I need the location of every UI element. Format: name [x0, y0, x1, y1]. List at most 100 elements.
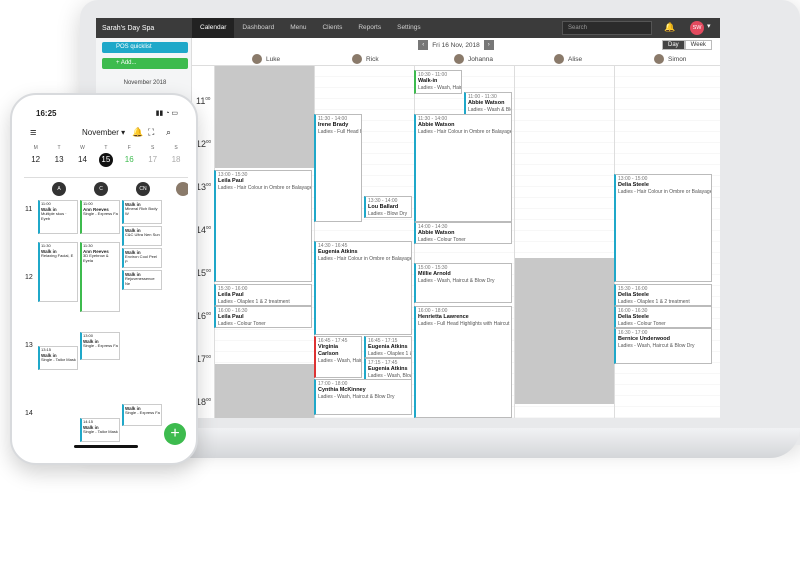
- week-strip: M 12 T 13 W 14 T 15 F 16 S 17 S 18: [24, 145, 188, 167]
- staff-alise[interactable]: Alise: [554, 54, 582, 64]
- bell-icon[interactable]: 🔔: [132, 127, 143, 138]
- month-selector[interactable]: November ▾: [82, 128, 125, 137]
- status-time: 16:25: [36, 109, 57, 118]
- day-cell[interactable]: S 17: [141, 145, 164, 167]
- bell-icon[interactable]: 🔔: [664, 22, 675, 33]
- avatar: [252, 54, 262, 64]
- appointment-card[interactable]: Walk in C&C Ultra Nen Sun: [122, 226, 162, 246]
- prev-day-button[interactable]: ‹: [418, 40, 429, 50]
- appointment-card[interactable]: 14:30 - 16:45 Eugenia Atkins Ladies - Hair…: [314, 241, 412, 335]
- hamburger-menu-icon[interactable]: ≡: [30, 127, 36, 139]
- staff-johanna[interactable]: Johanna: [454, 54, 493, 64]
- appointment-card[interactable]: 11:30 Ann Reeves 3D Eyebrow & Eyela: [80, 242, 120, 312]
- appointment-card[interactable]: 16:45 - 17:15 Eugenia Atkins Ladies - Olap…: [364, 336, 412, 358]
- calendar-grid: 1100 1200 1300 1400 1500 1600 1700 1800 …: [192, 66, 720, 418]
- staff-header: Luke Rick Johanna Alise Simon: [192, 52, 720, 66]
- tab-dashboard[interactable]: Dashboard: [234, 18, 282, 38]
- pos-quicklist-button[interactable]: POS quicklist: [102, 42, 188, 53]
- signal-wifi-battery-icon: ▮▮ ◔ ▭: [155, 110, 178, 117]
- appointment-card[interactable]: 15:30 - 16:00 Leila Paul Ladies - Olaplex …: [214, 284, 312, 306]
- day-cell[interactable]: M 12: [24, 145, 47, 167]
- hour-label: 1800: [196, 397, 212, 407]
- avatar: [352, 54, 362, 64]
- appointment-card[interactable]: 13:00 Walk in Single - Express Fa: [80, 332, 120, 360]
- tab-menu[interactable]: Menu: [282, 18, 314, 38]
- hour-label: 1700: [196, 354, 212, 364]
- appointment-card[interactable]: 16:30 - 17:00 Bernice Underwood Ladies - W…: [614, 328, 712, 364]
- appointment-card[interactable]: 17:15 - 17:45 Eugenia Atkins Ladies - Wash…: [364, 358, 412, 380]
- appointment-card[interactable]: Walk in Mineral Rich Body W: [122, 200, 162, 224]
- shopping-bag-icon[interactable]: ⛶: [148, 127, 154, 138]
- brand-name[interactable]: Sarah's Day Spa: [96, 25, 192, 32]
- appointment-card[interactable]: 13:00 - 15:30 Leila Paul Ladies - Hair Col…: [214, 170, 312, 282]
- appointment-card[interactable]: 13:00 - 15:00 Delia Steele Ladies - Hair C…: [614, 174, 712, 282]
- appointment-card[interactable]: 16:00 - 16:30 Leila Paul Ladies - Colour T…: [214, 306, 312, 328]
- avatar: [554, 54, 564, 64]
- day-cell-selected[interactable]: T 15: [94, 145, 117, 167]
- appointment-card[interactable]: Walk in Single - Express Fa: [122, 404, 162, 426]
- appointment-card[interactable]: 13:30 - 14:00 Lou Ballard Ladies - Blow Dr…: [364, 196, 412, 218]
- appointment-card[interactable]: 14:15 Walk in Single - Tailor Mask: [80, 418, 120, 442]
- appointment-card[interactable]: 11:30 - 14:00 Irene Brady Ladies - Full He…: [314, 114, 362, 222]
- home-indicator: [74, 445, 138, 448]
- mini-calendar-month[interactable]: November 2018: [102, 80, 188, 86]
- chevron-down-icon[interactable]: ▾: [707, 22, 711, 30]
- top-navigation: Sarah's Day Spa Calendar Dashboard Menu …: [96, 18, 720, 38]
- hour-label: 1400: [196, 225, 212, 235]
- tab-settings[interactable]: Settings: [389, 18, 429, 38]
- staff-name: Simon: [668, 55, 687, 63]
- add-appointment-button[interactable]: +: [164, 423, 186, 445]
- avatar: [454, 54, 464, 64]
- next-day-button[interactable]: ›: [483, 40, 494, 50]
- appointment-card[interactable]: Walk in Rejuvenessence Ne: [122, 270, 162, 290]
- staff-name: Alise: [568, 55, 583, 63]
- day-view-button[interactable]: Day: [662, 40, 685, 50]
- add-button[interactable]: + Add...: [102, 58, 188, 69]
- appointment-card[interactable]: Walk in Environ Cool Peel P: [122, 248, 162, 268]
- staff-avatar[interactable]: C: [94, 182, 108, 196]
- appointment-card[interactable]: 10:30 - 11:00 Walk-in Ladies - Wash, Hairc: [414, 70, 462, 94]
- search-input[interactable]: Search: [562, 21, 652, 35]
- hour-label: 12: [25, 274, 33, 281]
- search-icon[interactable]: ⌕: [166, 127, 171, 138]
- appointment-card[interactable]: 16:00 - 18:00 Henrietta Lawrence Ladies - …: [414, 306, 512, 418]
- hour-label: 11: [25, 206, 33, 213]
- day-cell[interactable]: W 14: [71, 145, 94, 167]
- staff-avatar[interactable]: A: [52, 182, 66, 196]
- tab-reports[interactable]: Reports: [350, 18, 389, 38]
- staff-avatar[interactable]: [176, 182, 188, 196]
- blocked-time: [515, 258, 614, 404]
- staff-name: Rick: [366, 55, 379, 63]
- day-cell[interactable]: S 18: [164, 145, 187, 167]
- appointment-card[interactable]: 15:00 - 15:30 Millie Arnold Ladies - Wash,…: [414, 263, 512, 303]
- day-cell[interactable]: T 13: [47, 145, 70, 167]
- appointment-card[interactable]: 15:30 - 16:00 Delia Steele Ladies - Olaple…: [614, 284, 712, 306]
- appointment-card[interactable]: 11:00 Walk in Multiple skus · Eyeb: [38, 200, 78, 234]
- phone-frame: 16:25 ▮▮ ◔ ▭ ≡ November ▾ 🔔 ⛶ ⌕ M 12 T 13 …: [10, 93, 198, 465]
- hour-label: 14: [25, 410, 33, 417]
- day-cell[interactable]: F 16: [118, 145, 141, 167]
- appointment-card[interactable]: 16:45 - 17:45 Virginia Carlson Ladies - Wa…: [314, 336, 362, 378]
- appointment-card[interactable]: 11:00 Ann Reeves Single - Express Fa: [80, 200, 120, 234]
- tab-calendar[interactable]: Calendar: [192, 18, 235, 38]
- staff-luke[interactable]: Luke: [252, 54, 280, 64]
- tab-clients[interactable]: Clients: [314, 18, 350, 38]
- appointment-card[interactable]: 11:30 - 14:00 Abbie Watson Ladies - Hair C…: [414, 114, 512, 222]
- hour-label: 1300: [196, 182, 212, 192]
- blocked-time: [215, 364, 314, 418]
- appointment-card[interactable]: 11:00 - 11:30 Abbie Watson Ladies - Wash &…: [464, 92, 512, 116]
- appointment-card[interactable]: 17:00 - 18:00 Cynthia McKinney Ladies - Wa…: [314, 379, 412, 415]
- appointment-card[interactable]: 14:00 - 14:30 Abbie Watson Ladies - Colour…: [414, 222, 512, 244]
- staff-rick[interactable]: Rick: [352, 54, 379, 64]
- appointment-card[interactable]: 16:00 - 16:30 Delia Steele Ladies - Colour…: [614, 306, 712, 328]
- appointment-card[interactable]: 13:15 Walk in Single - Tailor Mask: [38, 346, 78, 370]
- mobile-app-screen: 16:25 ▮▮ ◔ ▭ ≡ November ▾ 🔔 ⛶ ⌕ M 12 T 13 …: [24, 105, 188, 455]
- staff-simon[interactable]: Simon: [654, 54, 686, 64]
- appointment-card[interactable]: 11:30 Walk in Relaxing Facial, E: [38, 242, 78, 302]
- date-navigator: ‹ Fri 16 Nov, 2018 ›: [192, 38, 720, 52]
- hour-label: 13: [25, 342, 33, 349]
- staff-name: Luke: [266, 55, 281, 63]
- week-view-button[interactable]: Week: [684, 40, 712, 50]
- staff-avatar[interactable]: CN: [136, 182, 150, 196]
- user-avatar[interactable]: SW: [690, 21, 704, 35]
